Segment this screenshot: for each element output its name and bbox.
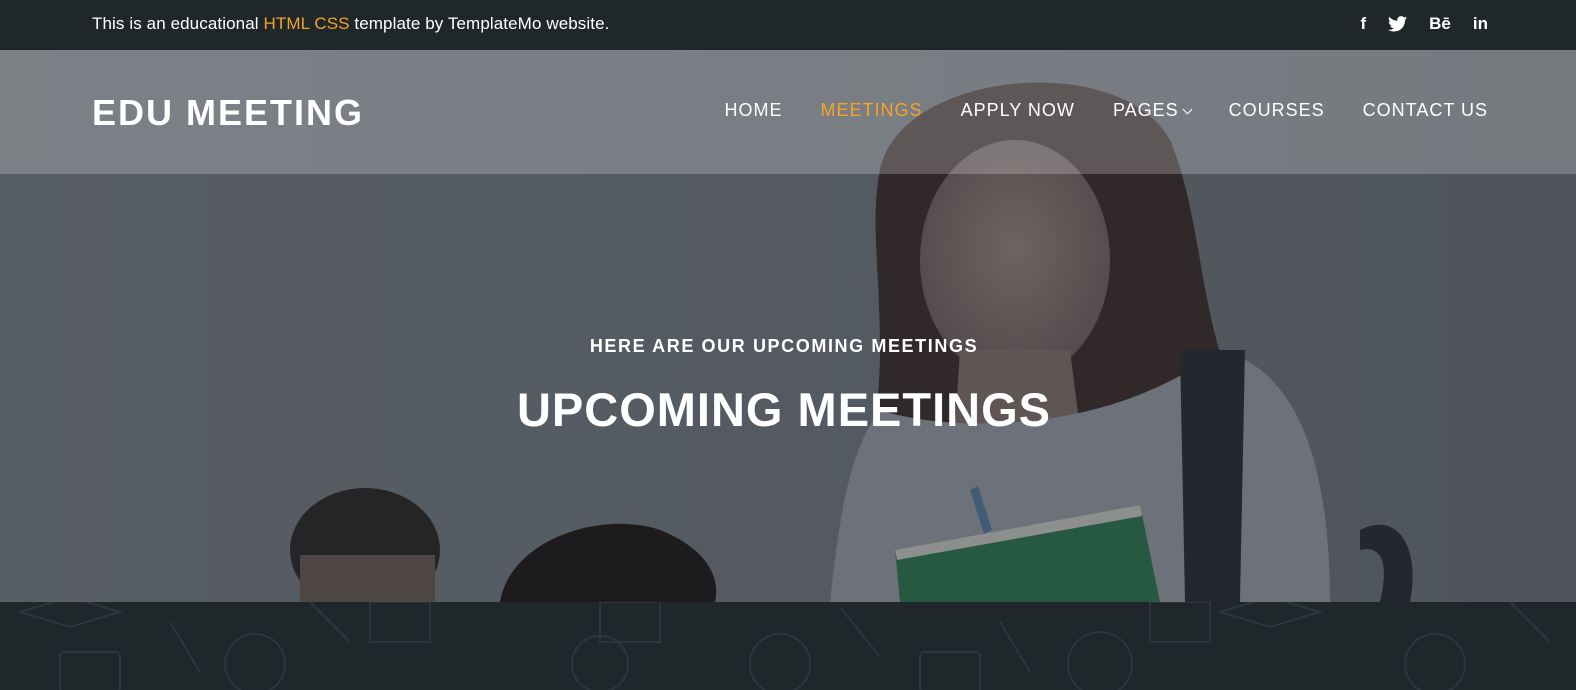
linkedin-icon[interactable]: in xyxy=(1473,12,1488,36)
message-accent-link[interactable]: HTML CSS xyxy=(263,14,349,33)
chevron-down-icon xyxy=(1182,104,1193,114)
site-logo[interactable]: EDU MEETING xyxy=(92,92,364,134)
nav-pages[interactable]: PAGES xyxy=(1112,100,1193,121)
twitter-icon[interactable] xyxy=(1388,12,1408,36)
main-nav: HOME MEETINGS APPLY NOW PAGES COURSES CO… xyxy=(687,100,1488,121)
top-bar-message: This is an educational HTML CSS template… xyxy=(92,14,609,34)
hero-subtitle: HERE ARE OUR UPCOMING MEETINGS xyxy=(589,336,979,356)
education-pattern xyxy=(16,602,1551,690)
behance-icon[interactable]: Bē xyxy=(1429,12,1451,36)
pattern-band xyxy=(0,602,1576,690)
message-text: This is an educational xyxy=(92,14,264,33)
site-header: EDU MEETING HOME MEETINGS APPLY NOW PAGE… xyxy=(0,50,1576,174)
nav-home[interactable]: HOME xyxy=(725,100,783,121)
hero-title: UPCOMING MEETINGS xyxy=(516,383,1052,436)
nav-apply-now[interactable]: APPLY NOW xyxy=(961,100,1075,121)
nav-courses[interactable]: COURSES xyxy=(1229,100,1325,121)
nav-contact-us[interactable]: CONTACT US xyxy=(1363,100,1488,121)
top-bar: This is an educational HTML CSS template… xyxy=(0,0,1576,50)
message-text-end: template by TemplateMo website. xyxy=(349,14,610,33)
social-links: f Bē in xyxy=(1360,12,1488,36)
nav-pages-label: PAGES xyxy=(1112,100,1179,120)
nav-meetings[interactable]: MEETINGS xyxy=(821,100,923,121)
facebook-icon[interactable]: f xyxy=(1360,12,1366,36)
